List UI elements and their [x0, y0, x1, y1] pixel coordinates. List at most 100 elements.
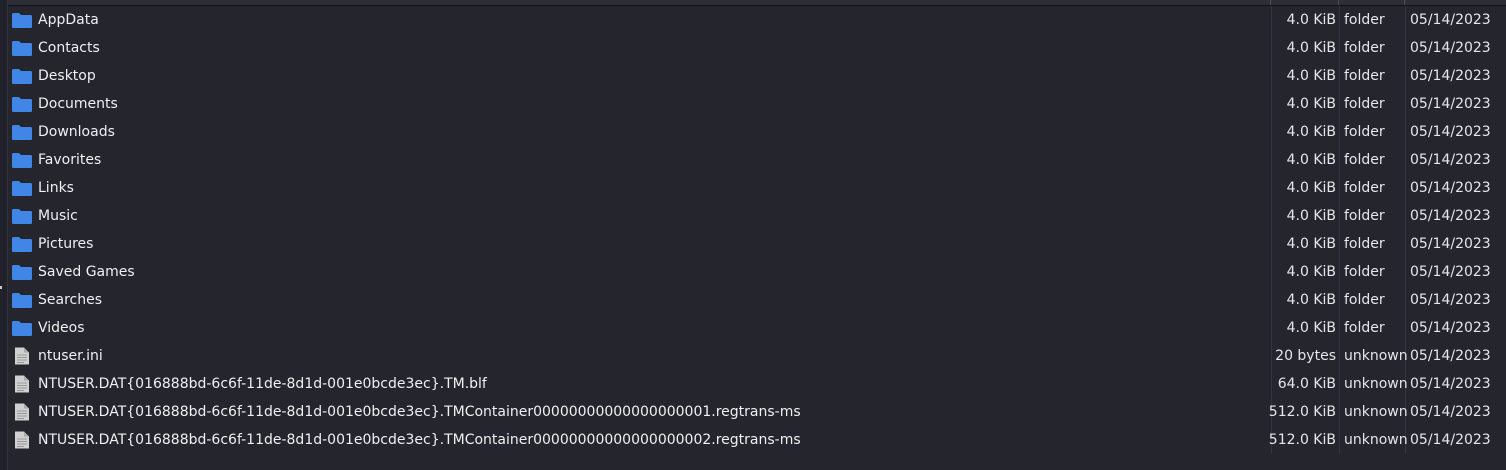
file-row[interactable]: Documents 4.0 KiB folder 05/14/2023: [8, 90, 1506, 118]
header-divider-type[interactable]: [1338, 0, 1339, 5]
file-date: 05/14/2023: [1410, 376, 1491, 392]
file-date: 05/14/2023: [1410, 12, 1491, 28]
file-name: Videos: [38, 320, 85, 336]
file-list[interactable]: AppData 4.0 KiB folder 05/14/2023 Contac…: [8, 6, 1506, 454]
file-date: 05/14/2023: [1410, 96, 1491, 112]
folder-icon: [11, 39, 33, 57]
file-date: 05/14/2023: [1410, 152, 1491, 168]
file-size: 4.0 KiB: [1286, 292, 1336, 308]
file-name: NTUSER.DAT{016888bd-6c6f-11de-8d1d-001e0…: [38, 376, 487, 392]
file-type: unknown: [1344, 376, 1408, 392]
file-row[interactable]: Contacts 4.0 KiB folder 05/14/2023: [8, 34, 1506, 62]
file-row[interactable]: Pictures 4.0 KiB folder 05/14/2023: [8, 230, 1506, 258]
folder-icon: [11, 235, 33, 253]
file-name: Desktop: [38, 68, 96, 84]
folder-icon: [11, 207, 33, 225]
file-size: 4.0 KiB: [1286, 152, 1336, 168]
file-name: NTUSER.DAT{016888bd-6c6f-11de-8d1d-001e0…: [38, 432, 801, 448]
file-icon: [11, 431, 33, 449]
file-row[interactable]: Desktop 4.0 KiB folder 05/14/2023: [8, 62, 1506, 90]
file-row[interactable]: Favorites 4.0 KiB folder 05/14/2023: [8, 146, 1506, 174]
file-row[interactable]: NTUSER.DAT{016888bd-6c6f-11de-8d1d-001e0…: [8, 398, 1506, 426]
file-size: 4.0 KiB: [1286, 236, 1336, 252]
file-date: 05/14/2023: [1410, 40, 1491, 56]
folder-icon: [11, 151, 33, 169]
folder-icon: [11, 179, 33, 197]
file-type: folder: [1344, 320, 1385, 336]
file-name: Music: [38, 208, 78, 224]
file-type: unknown: [1344, 432, 1408, 448]
file-name: ntuser.ini: [38, 348, 103, 364]
file-size: 4.0 KiB: [1286, 40, 1336, 56]
file-date: 05/14/2023: [1410, 68, 1491, 84]
file-row[interactable]: Saved Games 4.0 KiB folder 05/14/2023: [8, 258, 1506, 286]
file-type: folder: [1344, 152, 1385, 168]
file-row[interactable]: Links 4.0 KiB folder 05/14/2023: [8, 174, 1506, 202]
file-size: 4.0 KiB: [1286, 264, 1336, 280]
file-icon: [11, 347, 33, 365]
file-size: 4.0 KiB: [1286, 96, 1336, 112]
file-date: 05/14/2023: [1410, 404, 1491, 420]
file-size: 512.0 KiB: [1268, 404, 1336, 420]
file-icon: [11, 403, 33, 421]
file-name: NTUSER.DAT{016888bd-6c6f-11de-8d1d-001e0…: [38, 404, 801, 420]
file-name: Saved Games: [38, 264, 135, 280]
file-type: folder: [1344, 124, 1385, 140]
file-date: 05/14/2023: [1410, 124, 1491, 140]
file-size: 512.0 KiB: [1268, 432, 1336, 448]
file-name: AppData: [38, 12, 99, 28]
file-name: Documents: [38, 96, 118, 112]
file-size: 4.0 KiB: [1286, 180, 1336, 196]
file-name: Links: [38, 180, 74, 196]
file-row[interactable]: AppData 4.0 KiB folder 05/14/2023: [8, 6, 1506, 34]
folder-icon: [11, 11, 33, 29]
file-row[interactable]: Videos 4.0 KiB folder 05/14/2023: [8, 314, 1506, 342]
file-type: folder: [1344, 68, 1385, 84]
file-type: folder: [1344, 40, 1385, 56]
gutter-marker: [0, 286, 2, 289]
file-row[interactable]: NTUSER.DAT{016888bd-6c6f-11de-8d1d-001e0…: [8, 370, 1506, 398]
file-date: 05/14/2023: [1410, 208, 1491, 224]
file-row[interactable]: ntuser.ini 20 bytes unknown 05/14/2023: [8, 342, 1506, 370]
file-size: 4.0 KiB: [1286, 320, 1336, 336]
file-type: folder: [1344, 236, 1385, 252]
file-type: unknown: [1344, 404, 1408, 420]
file-row[interactable]: Downloads 4.0 KiB folder 05/14/2023: [8, 118, 1506, 146]
file-name: Downloads: [38, 124, 115, 140]
file-name: Favorites: [38, 152, 102, 168]
folder-icon: [11, 291, 33, 309]
folder-icon: [11, 67, 33, 85]
file-name: Contacts: [38, 40, 100, 56]
file-type: folder: [1344, 180, 1385, 196]
folder-icon: [11, 319, 33, 337]
file-name: Searches: [38, 292, 103, 308]
file-type: unknown: [1344, 348, 1408, 364]
file-date: 05/14/2023: [1410, 236, 1491, 252]
folder-icon: [11, 263, 33, 281]
file-type: folder: [1344, 96, 1385, 112]
file-row[interactable]: Music 4.0 KiB folder 05/14/2023: [8, 202, 1506, 230]
file-type: folder: [1344, 292, 1385, 308]
file-date: 05/14/2023: [1410, 292, 1491, 308]
file-size: 4.0 KiB: [1286, 12, 1336, 28]
folder-icon: [11, 123, 33, 141]
header-divider-date[interactable]: [1404, 0, 1405, 5]
left-gutter: [0, 0, 8, 470]
folder-icon: [11, 95, 33, 113]
file-size: 4.0 KiB: [1286, 68, 1336, 84]
file-date: 05/14/2023: [1410, 320, 1491, 336]
file-size: 20 bytes: [1275, 348, 1336, 364]
file-type: folder: [1344, 208, 1385, 224]
file-row[interactable]: Searches 4.0 KiB folder 05/14/2023: [8, 286, 1506, 314]
header-divider-size[interactable]: [1270, 0, 1271, 5]
file-icon: [11, 375, 33, 393]
file-date: 05/14/2023: [1410, 348, 1491, 364]
file-size: 4.0 KiB: [1286, 124, 1336, 140]
file-row[interactable]: NTUSER.DAT{016888bd-6c6f-11de-8d1d-001e0…: [8, 426, 1506, 454]
file-date: 05/14/2023: [1410, 264, 1491, 280]
file-date: 05/14/2023: [1410, 432, 1491, 448]
file-size: 64.0 KiB: [1277, 376, 1336, 392]
file-size: 4.0 KiB: [1286, 208, 1336, 224]
file-type: folder: [1344, 12, 1385, 28]
file-date: 05/14/2023: [1410, 180, 1491, 196]
